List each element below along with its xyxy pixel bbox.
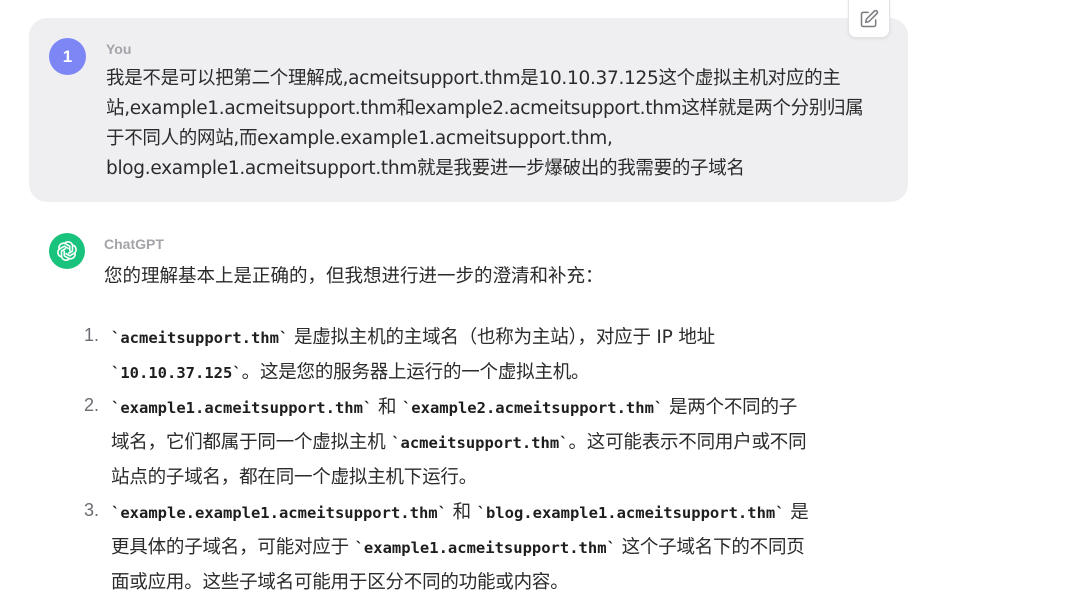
list-item-number: 1. [84, 325, 100, 345]
list-item-text: 是 [784, 502, 809, 523]
list-item-line: `acmeitsupport.thm` 是虚拟主机的主域名（也称为主站），对应于… [111, 320, 715, 356]
user-message-line: blog.example1.acmeitsupport.thm就是我要进一步爆破… [106, 158, 745, 179]
inline-code: `acmeitsupport.thm` [111, 329, 289, 347]
list-item-number: 2. [84, 395, 100, 415]
user-avatar: 1 [49, 38, 86, 75]
openai-logo-icon [57, 241, 77, 261]
list-item-line: `example.example1.acmeitsupport.thm` 和 `… [111, 495, 809, 531]
list-item-text: 域名，它们都属于同一个虚拟主机 [111, 432, 392, 453]
list-item-line: 更具体的子域名，可能对应于 `example1.acmeitsupport.th… [111, 530, 805, 566]
chatgpt-avatar [49, 233, 85, 269]
assistant-author-label: ChatGPT [104, 236, 164, 252]
edit-icon [860, 9, 879, 27]
user-author-label: You [106, 41, 132, 57]
list-item-line: 面或应用。这些子域名可能用于区分不同的功能或内容。 [111, 565, 569, 600]
user-message-line: 站,example1.acmeitsupport.thm和example2.ac… [106, 98, 864, 119]
list-item-text: 更具体的子域名，可能对应于 [111, 537, 355, 558]
inline-code: `example1.acmeitsupport.thm` [354, 539, 616, 557]
list-item-line: `example1.acmeitsupport.thm` 和 `example2… [111, 390, 797, 426]
list-item-text: 和 [372, 397, 402, 418]
assistant-intro-text: 您的理解基本上是正确的，但我想进行进一步的澄清和补充： [104, 266, 604, 287]
list-item-text: 是两个不同的子 [663, 397, 798, 418]
list-item-line: 站点的子域名，都在同一个虚拟主机下运行。 [111, 460, 477, 495]
inline-code: `blog.example1.acmeitsupport.thm` [476, 504, 785, 522]
inline-code: `example2.acmeitsupport.thm` [401, 399, 664, 417]
list-item-text: 。这可能表示不同用户或不同 [568, 432, 807, 453]
inline-code: `example1.acmeitsupport.thm` [111, 399, 373, 417]
list-item-number: 3. [84, 500, 100, 520]
user-message-line: 我是不是可以把第二个理解成,acmeitsupport.thm是10.10.37… [106, 68, 841, 89]
list-item-text: 面或应用。这些子域名可能用于区分不同的功能或内容。 [111, 572, 569, 593]
list-item-text: 站点的子域名，都在同一个虚拟主机下运行。 [111, 467, 478, 488]
user-message-line: 于不同人的网站,而example.example1.acmeitsupport.… [106, 128, 613, 149]
inline-code: `acmeitsupport.thm` [391, 434, 569, 452]
inline-code: `example.example1.acmeitsupport.thm` [111, 504, 447, 522]
edit-message-button[interactable] [848, 0, 890, 38]
inline-code: `10.10.37.125` [111, 364, 242, 382]
list-item-text: 这个子域名下的不同页 [615, 537, 805, 558]
list-item-text: 是虚拟主机的主域名（也称为主站），对应于 IP 地址 [288, 327, 715, 348]
list-item-line: 域名，它们都属于同一个虚拟主机 `acmeitsupport.thm`。这可能表… [111, 425, 807, 461]
list-item-line: `10.10.37.125`。这是您的服务器上运行的一个虚拟主机。 [111, 355, 590, 391]
list-item-text: 。这是您的服务器上运行的一个虚拟主机。 [241, 362, 590, 383]
list-item-text: 和 [446, 502, 477, 523]
user-message-text: 我是不是可以把第二个理解成,acmeitsupport.thm是10.10.37… [106, 64, 896, 184]
